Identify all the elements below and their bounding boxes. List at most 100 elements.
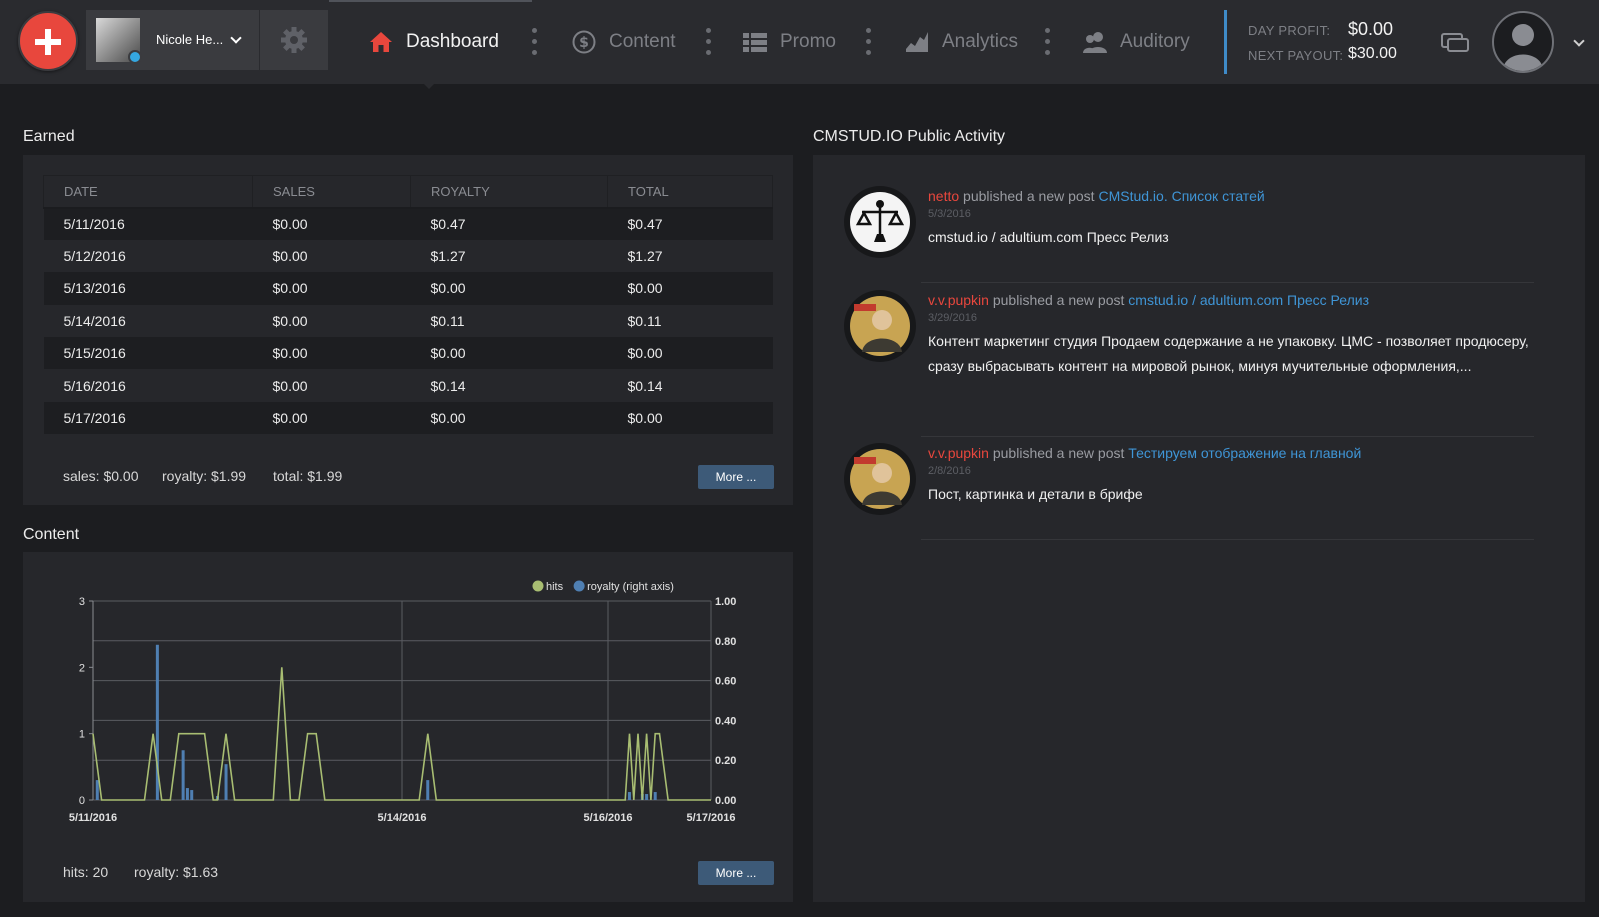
nav-separator [866, 28, 872, 56]
content-more-button[interactable]: More ... [698, 861, 774, 885]
earned-sales-total: sales: $0.00 [63, 468, 139, 484]
column-header-total[interactable]: TOTAL [607, 175, 773, 209]
activity-verb: published a new post [992, 292, 1125, 308]
table-row: 5/17/2016 $0.00 $0.00 $0.00 [43, 401, 773, 435]
activity-divider [921, 282, 1534, 283]
zodiac-libra-icon [850, 192, 910, 252]
cell-total: $0.47 [607, 207, 773, 240]
next-payout-value: $30.00 [1348, 45, 1397, 62]
activity-headline: v.v.pupkin published a new post cmstud.i… [928, 290, 1548, 310]
cell-date: 5/17/2016 [43, 401, 253, 435]
list-icon [743, 33, 767, 52]
users-icon [1083, 32, 1107, 53]
x-tick-label: 5/14/2016 [378, 812, 427, 824]
activity-user-link[interactable]: netto [928, 188, 959, 204]
activity-post-link[interactable]: Тестируем отображение на главной [1128, 445, 1361, 461]
cell-date: 5/16/2016 [43, 369, 253, 402]
royalty-bar [653, 792, 657, 800]
royalty-bar [224, 764, 228, 800]
table-row: 5/12/2016 $0.00 $1.27 $1.27 [43, 239, 773, 273]
verified-icon [128, 50, 142, 64]
table-row: 5/16/2016 $0.00 $0.14 $0.14 [43, 369, 773, 402]
legend-swatch [532, 580, 544, 592]
table-row: 5/13/2016 $0.00 $0.00 $0.00 [43, 272, 773, 305]
activity-post-link[interactable]: cmstud.io / adultium.com Пресс Релиз [1128, 292, 1369, 308]
column-header-date[interactable]: DATE [43, 175, 253, 209]
y-right-tick-label: 0.00 [715, 795, 736, 807]
y-left-tick-label: 1 [79, 729, 85, 741]
y-right-tick-label: 1.00 [715, 596, 736, 608]
cell-sales: $0.00 [252, 369, 411, 402]
cell-royalty: $0.00 [410, 401, 608, 435]
tab-analytics[interactable]: Analytics [904, 26, 1018, 58]
activity-verb: published a new post [992, 445, 1125, 461]
cell-royalty: $0.00 [410, 272, 608, 305]
activity-body: Пост, картинка и детали в брифе [928, 486, 1143, 502]
tab-label: Analytics [942, 31, 1019, 52]
royalty-bar [185, 788, 189, 800]
settings-button[interactable] [259, 10, 327, 70]
user-photo-icon [850, 296, 910, 356]
royalty-bar [95, 780, 99, 800]
column-header-royalty[interactable]: ROYALTY [410, 175, 608, 209]
cell-sales: $0.00 [252, 207, 411, 240]
day-profit-label: DAY PROFIT: [1248, 23, 1331, 38]
tab-content[interactable]: $ Content [571, 26, 676, 58]
earned-more-button[interactable]: More ... [698, 465, 774, 489]
column-header-sales[interactable]: SALES [252, 175, 411, 209]
user-avatar [96, 18, 142, 64]
cell-date: 5/13/2016 [43, 272, 253, 305]
cell-sales: $0.00 [252, 401, 411, 435]
earned-table: DATE SALES ROYALTY TOTAL 5/11/2016 $0.00… [43, 175, 773, 435]
earned-title: Earned [23, 128, 75, 145]
tab-auditory[interactable]: Auditory [1082, 26, 1190, 58]
y-right-tick-label: 0.60 [715, 676, 736, 688]
cell-sales: $0.00 [252, 304, 411, 338]
gear-icon [281, 27, 307, 53]
royalty-bar [426, 780, 430, 800]
content-royalty-total: royalty: $1.63 [134, 864, 219, 880]
y-right-tick-label: 0.20 [715, 755, 736, 767]
cell-sales: $0.00 [252, 337, 411, 370]
content-hits-total: hits: 20 [63, 864, 109, 880]
add-content-button[interactable] [18, 11, 78, 71]
table-row: 5/14/2016 $0.00 $0.11 $0.11 [43, 304, 773, 338]
y-right-tick-label: 0.40 [715, 715, 736, 727]
activity-divider [921, 539, 1534, 540]
cell-date: 5/12/2016 [43, 239, 253, 273]
tab-label: Promo [780, 31, 836, 52]
activity-user-link[interactable]: v.v.pupkin [928, 445, 989, 461]
content-title: Content [23, 526, 80, 543]
tab-promo[interactable]: Promo [742, 26, 836, 58]
chevron-down-icon[interactable] [1573, 35, 1585, 47]
user-avatar[interactable] [844, 290, 916, 362]
tab-label: Content [609, 31, 676, 52]
table-header-row: DATE SALES ROYALTY TOTAL [43, 175, 773, 209]
x-tick-label: 5/16/2016 [584, 812, 633, 824]
tab-label: Auditory [1120, 31, 1190, 52]
tab-dashboard[interactable]: Dashboard [368, 26, 499, 58]
activity-divider [921, 436, 1534, 437]
y-left-tick-label: 2 [79, 662, 85, 674]
activity-verb: published a new post [963, 188, 1095, 204]
royalty-bar [645, 794, 649, 800]
cell-total: $0.14 [607, 369, 773, 402]
activity-title: CMSTUD.IO Public Activity [813, 128, 1006, 145]
user-name: Nicole He... [156, 32, 224, 47]
user-avatar[interactable] [844, 443, 916, 515]
content-panel: 0 1 2 3 0.00 0.20 0.40 0.60 0.80 1.00 5/11/2016 5/1… [23, 552, 793, 902]
royalty-bar [190, 790, 194, 800]
day-profit-value: $0.00 [1348, 19, 1394, 39]
earned-panel: DATE SALES ROYALTY TOTAL 5/11/2016 $0.00… [23, 155, 793, 505]
cell-date: 5/15/2016 [43, 337, 253, 370]
activity-user-link[interactable]: v.v.pupkin [928, 292, 989, 308]
chevron-down-icon [230, 32, 242, 44]
royalty-bar [627, 792, 631, 800]
profile-avatar[interactable] [1492, 11, 1554, 73]
user-avatar[interactable] [844, 186, 916, 258]
y-right-tick-label: 0.80 [715, 636, 736, 648]
y-left-tick-label: 0 [79, 795, 85, 807]
chat-icon[interactable] [1440, 30, 1470, 56]
activity-post-link[interactable]: CMStud.io. Список статей [1098, 188, 1264, 204]
activity-headline: netto published a new post CMStud.io. Сп… [928, 186, 1548, 206]
